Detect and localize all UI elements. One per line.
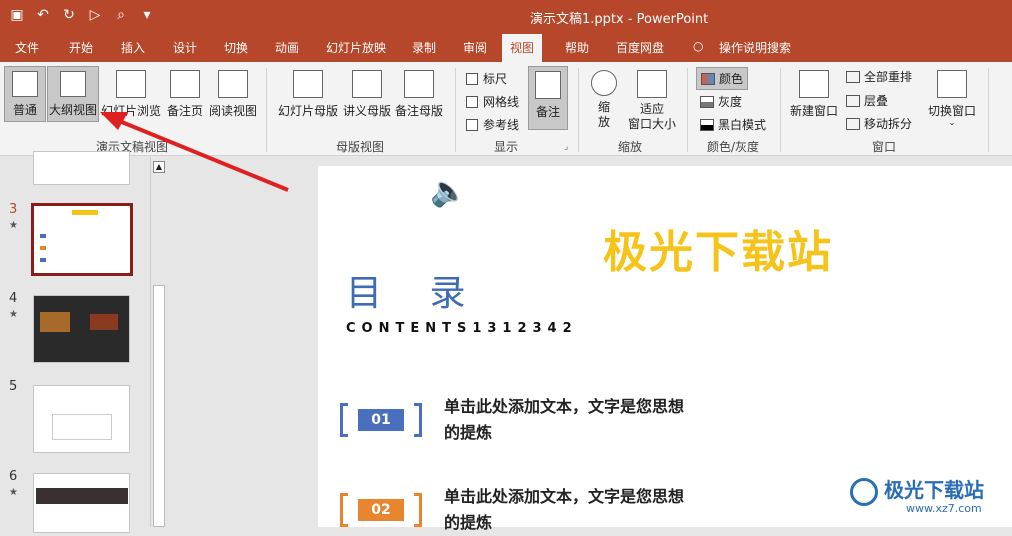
site-logo-icon: [850, 478, 878, 506]
annotation-arrow: [100, 112, 289, 192]
site-watermark-url: www.xz7.com: [906, 502, 982, 515]
site-watermark-brand: 极光下载站: [884, 478, 984, 502]
